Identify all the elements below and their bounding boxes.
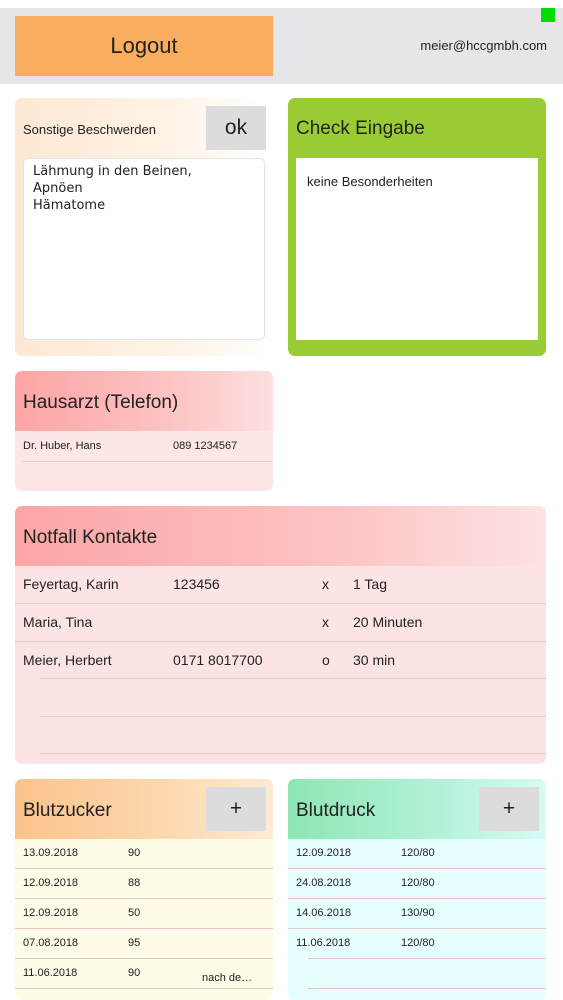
divider <box>40 678 546 679</box>
measurement-date: 07.08.2018 <box>23 937 79 949</box>
blood-sugar-row[interactable]: 12.09.2018 50 <box>15 899 273 929</box>
user-email: meier@hccgmbh.com <box>420 38 547 53</box>
blood-pressure-title: Blutdruck <box>296 800 376 821</box>
contact-name: Meier, Herbert <box>23 652 112 668</box>
measurement-date: 12.09.2018 <box>23 877 79 889</box>
measurement-date: 11.06.2018 <box>296 937 351 949</box>
contact-name: Feyertag, Karin <box>23 576 119 592</box>
emergency-header: Notfall Kontakte <box>15 506 546 566</box>
contact-phone: 0171 8017700 <box>173 652 263 668</box>
top-bar: Logout meier@hccgmbh.com <box>0 8 563 84</box>
blood-sugar-row[interactable]: 12.09.2018 88 <box>15 869 273 899</box>
add-blood-sugar-button[interactable]: + <box>206 787 266 831</box>
doctor-panel: Hausarzt (Telefon) Dr. Huber, Hans 089 1… <box>15 371 273 491</box>
more-link[interactable]: nach de… <box>202 972 252 984</box>
measurement-value: 130/90 <box>401 907 435 919</box>
contact-time: 30 min <box>353 652 396 668</box>
ok-button[interactable]: ok <box>206 106 266 150</box>
doctor-phone[interactable]: 089 1234567 <box>173 440 237 452</box>
contact-row[interactable]: Feyertag, Karin 123456 x 1 Tag <box>15 566 546 603</box>
contact-flag: x <box>322 614 329 630</box>
contact-row[interactable]: Meier, Herbert 0171 8017700 o 30 min <box>15 642 546 679</box>
doctor-header: Hausarzt (Telefon) <box>15 371 273 431</box>
divider <box>40 716 546 717</box>
logout-button[interactable]: Logout <box>15 16 273 76</box>
check-result-box: keine Besonderheiten <box>296 158 538 340</box>
complaints-panel: Sonstige Beschwerden ok Lähmung in den B… <box>15 98 273 356</box>
measurement-value: 120/80 <box>401 847 435 859</box>
measurement-value: 120/80 <box>401 937 435 949</box>
emergency-contacts-panel: Notfall Kontakte Feyertag, Karin 123456 … <box>15 506 546 764</box>
emergency-title: Notfall Kontakte <box>23 527 158 548</box>
measurement-date: 12.09.2018 <box>23 907 79 919</box>
divider <box>308 958 546 959</box>
blood-sugar-row[interactable]: 13.09.2018 90 <box>15 839 273 869</box>
app-root: Logout meier@hccgmbh.com Sonstige Beschw… <box>0 0 563 1000</box>
check-panel: Check Eingabe keine Besonderheiten <box>288 98 546 356</box>
complaints-label: Sonstige Beschwerden <box>23 122 156 137</box>
measurement-date: 14.06.2018 <box>296 907 352 919</box>
measurement-date: 13.09.2018 <box>23 847 79 859</box>
contact-phone: 123456 <box>173 576 220 592</box>
blood-pressure-row[interactable]: 24.08.2018 120/80 <box>288 869 546 899</box>
contact-time: 1 Tag <box>353 576 387 592</box>
divider <box>15 988 273 989</box>
measurement-value: 95 <box>128 937 141 949</box>
measurement-value: 88 <box>128 877 141 889</box>
measurement-date: 11.06.2018 <box>23 967 78 979</box>
measurement-date: 24.08.2018 <box>296 877 352 889</box>
contact-flag: o <box>322 652 330 668</box>
blood-pressure-panel: Blutdruck + 12.09.2018 120/80 24.08.2018… <box>288 779 546 1000</box>
measurement-value: 90 <box>128 967 141 979</box>
doctor-name[interactable]: Dr. Huber, Hans <box>23 440 101 452</box>
contact-row[interactable]: Maria, Tina x 20 Minuten <box>15 604 546 641</box>
blood-sugar-title: Blutzucker <box>23 800 112 821</box>
divider <box>308 988 546 989</box>
measurement-date: 12.09.2018 <box>296 847 352 859</box>
blood-pressure-row[interactable]: 14.06.2018 130/90 <box>288 899 546 929</box>
status-indicator <box>541 8 555 22</box>
blood-pressure-row[interactable]: 11.06.2018 120/80 <box>288 929 546 959</box>
divider <box>40 753 546 754</box>
check-result-text: keine Besonderheiten <box>307 174 433 189</box>
blood-pressure-header: Blutdruck + <box>288 779 546 839</box>
blood-sugar-row[interactable]: 07.08.2018 95 <box>15 929 273 959</box>
contact-flag: x <box>322 576 329 592</box>
blood-sugar-panel: Blutzucker + 13.09.2018 90 12.09.2018 88… <box>15 779 273 1000</box>
contact-name: Maria, Tina <box>23 614 93 630</box>
add-blood-pressure-button[interactable]: + <box>479 787 539 831</box>
blood-pressure-row[interactable]: 12.09.2018 120/80 <box>288 839 546 869</box>
measurement-value: 90 <box>128 847 141 859</box>
complaints-textarea[interactable]: Lähmung in den Beinen, Apnöen Hämatome <box>23 158 265 340</box>
check-title: Check Eingabe <box>296 118 425 139</box>
doctor-title: Hausarzt (Telefon) <box>23 392 179 413</box>
divider <box>23 461 273 462</box>
measurement-value: 120/80 <box>401 877 435 889</box>
blood-sugar-header: Blutzucker + <box>15 779 273 839</box>
measurement-value: 50 <box>128 907 141 919</box>
contact-time: 20 Minuten <box>353 614 423 630</box>
